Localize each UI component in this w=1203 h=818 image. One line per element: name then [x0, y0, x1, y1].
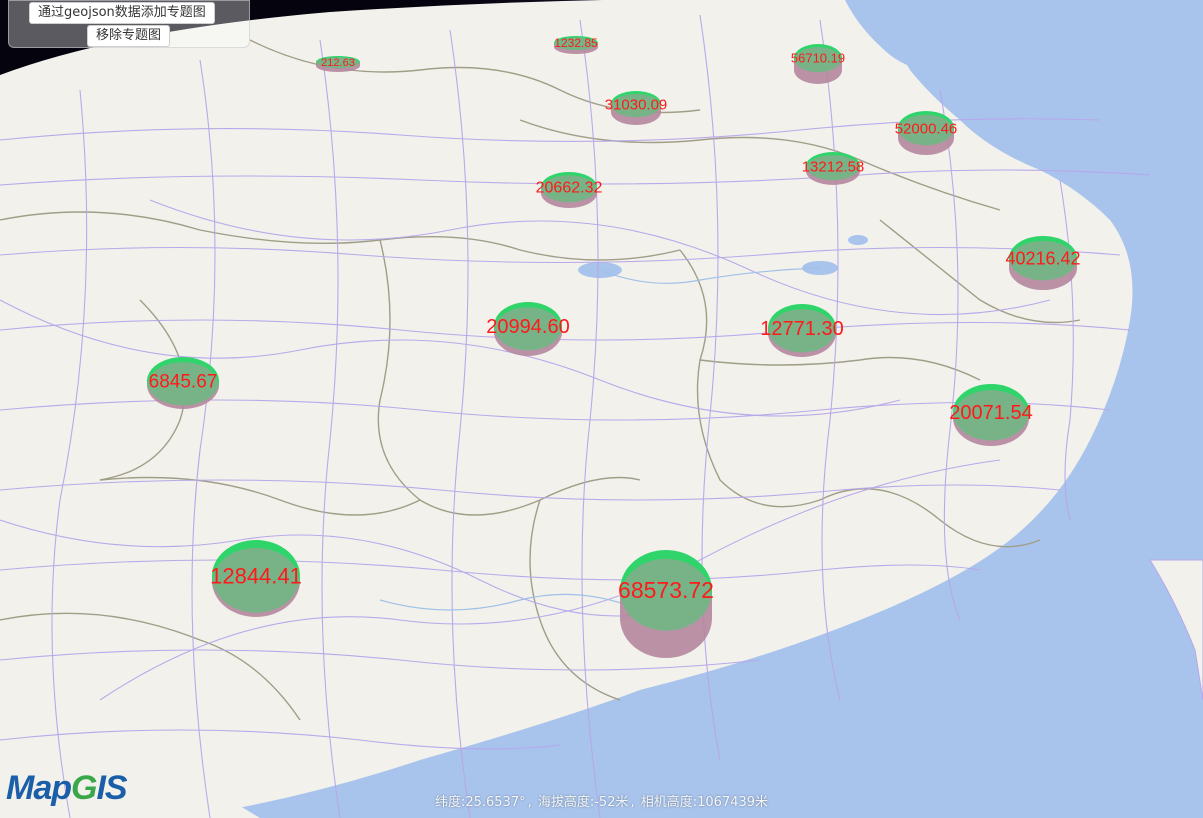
- thematic-cylinder[interactable]: 68573.72: [618, 550, 714, 658]
- thematic-cylinder[interactable]: 6845.67: [147, 357, 219, 409]
- add-thematic-map-button[interactable]: 通过geojson数据添加专题图: [29, 2, 215, 24]
- symbol-value-label: 12844.41: [210, 564, 302, 589]
- globe-map[interactable]: 212.63 1232.85 56710.19 31030.09 52000.46 206…: [0, 0, 1203, 818]
- status-bar: 纬度:25.6537°, 海拔高度:-52米, 相机高度:1067439米: [434, 795, 769, 810]
- thematic-cylinder[interactable]: 212.63: [316, 56, 360, 72]
- symbol-value-label: 212.63: [321, 57, 355, 69]
- thematic-cylinder[interactable]: 1232.85: [554, 36, 598, 54]
- altitude-readout: 海拔高度:-52米: [537, 795, 629, 810]
- map-viewport[interactable]: 212.63 1232.85 56710.19 31030.09 52000.46 206…: [0, 0, 1203, 818]
- symbol-value-label: 1232.85: [554, 36, 598, 50]
- symbol-value-label: 6845.67: [149, 372, 218, 393]
- thematic-cylinder[interactable]: 56710.19: [791, 44, 845, 84]
- symbol-value-label: 68573.72: [618, 577, 714, 603]
- symbol-value-label: 20994.60: [486, 316, 569, 338]
- thematic-cylinder[interactable]: 52000.46: [895, 111, 958, 155]
- lake: [848, 235, 868, 245]
- thematic-cylinder[interactable]: 12844.41: [210, 540, 302, 617]
- symbol-value-label: 31030.09: [605, 96, 668, 113]
- remove-thematic-map-button[interactable]: 移除专题图: [87, 25, 171, 47]
- symbol-value-label: 56710.19: [791, 51, 845, 66]
- symbol-value-label: 13212.58: [802, 158, 865, 175]
- symbol-value-label: 20662.32: [536, 180, 603, 197]
- symbol-value-label: 12771.30: [760, 318, 843, 340]
- symbol-value-label: 20071.54: [949, 402, 1032, 424]
- latitude-readout: 纬度:25.6537°: [434, 795, 526, 810]
- toolbar-panel: 通过geojson数据添加专题图 移除专题图: [8, 0, 250, 48]
- symbol-value-label: 40216.42: [1005, 248, 1080, 268]
- symbol-value-label: 52000.46: [895, 120, 958, 137]
- camera-height-readout: 相机高度:1067439米: [640, 795, 769, 810]
- thematic-cylinder[interactable]: 40216.42: [1005, 236, 1081, 290]
